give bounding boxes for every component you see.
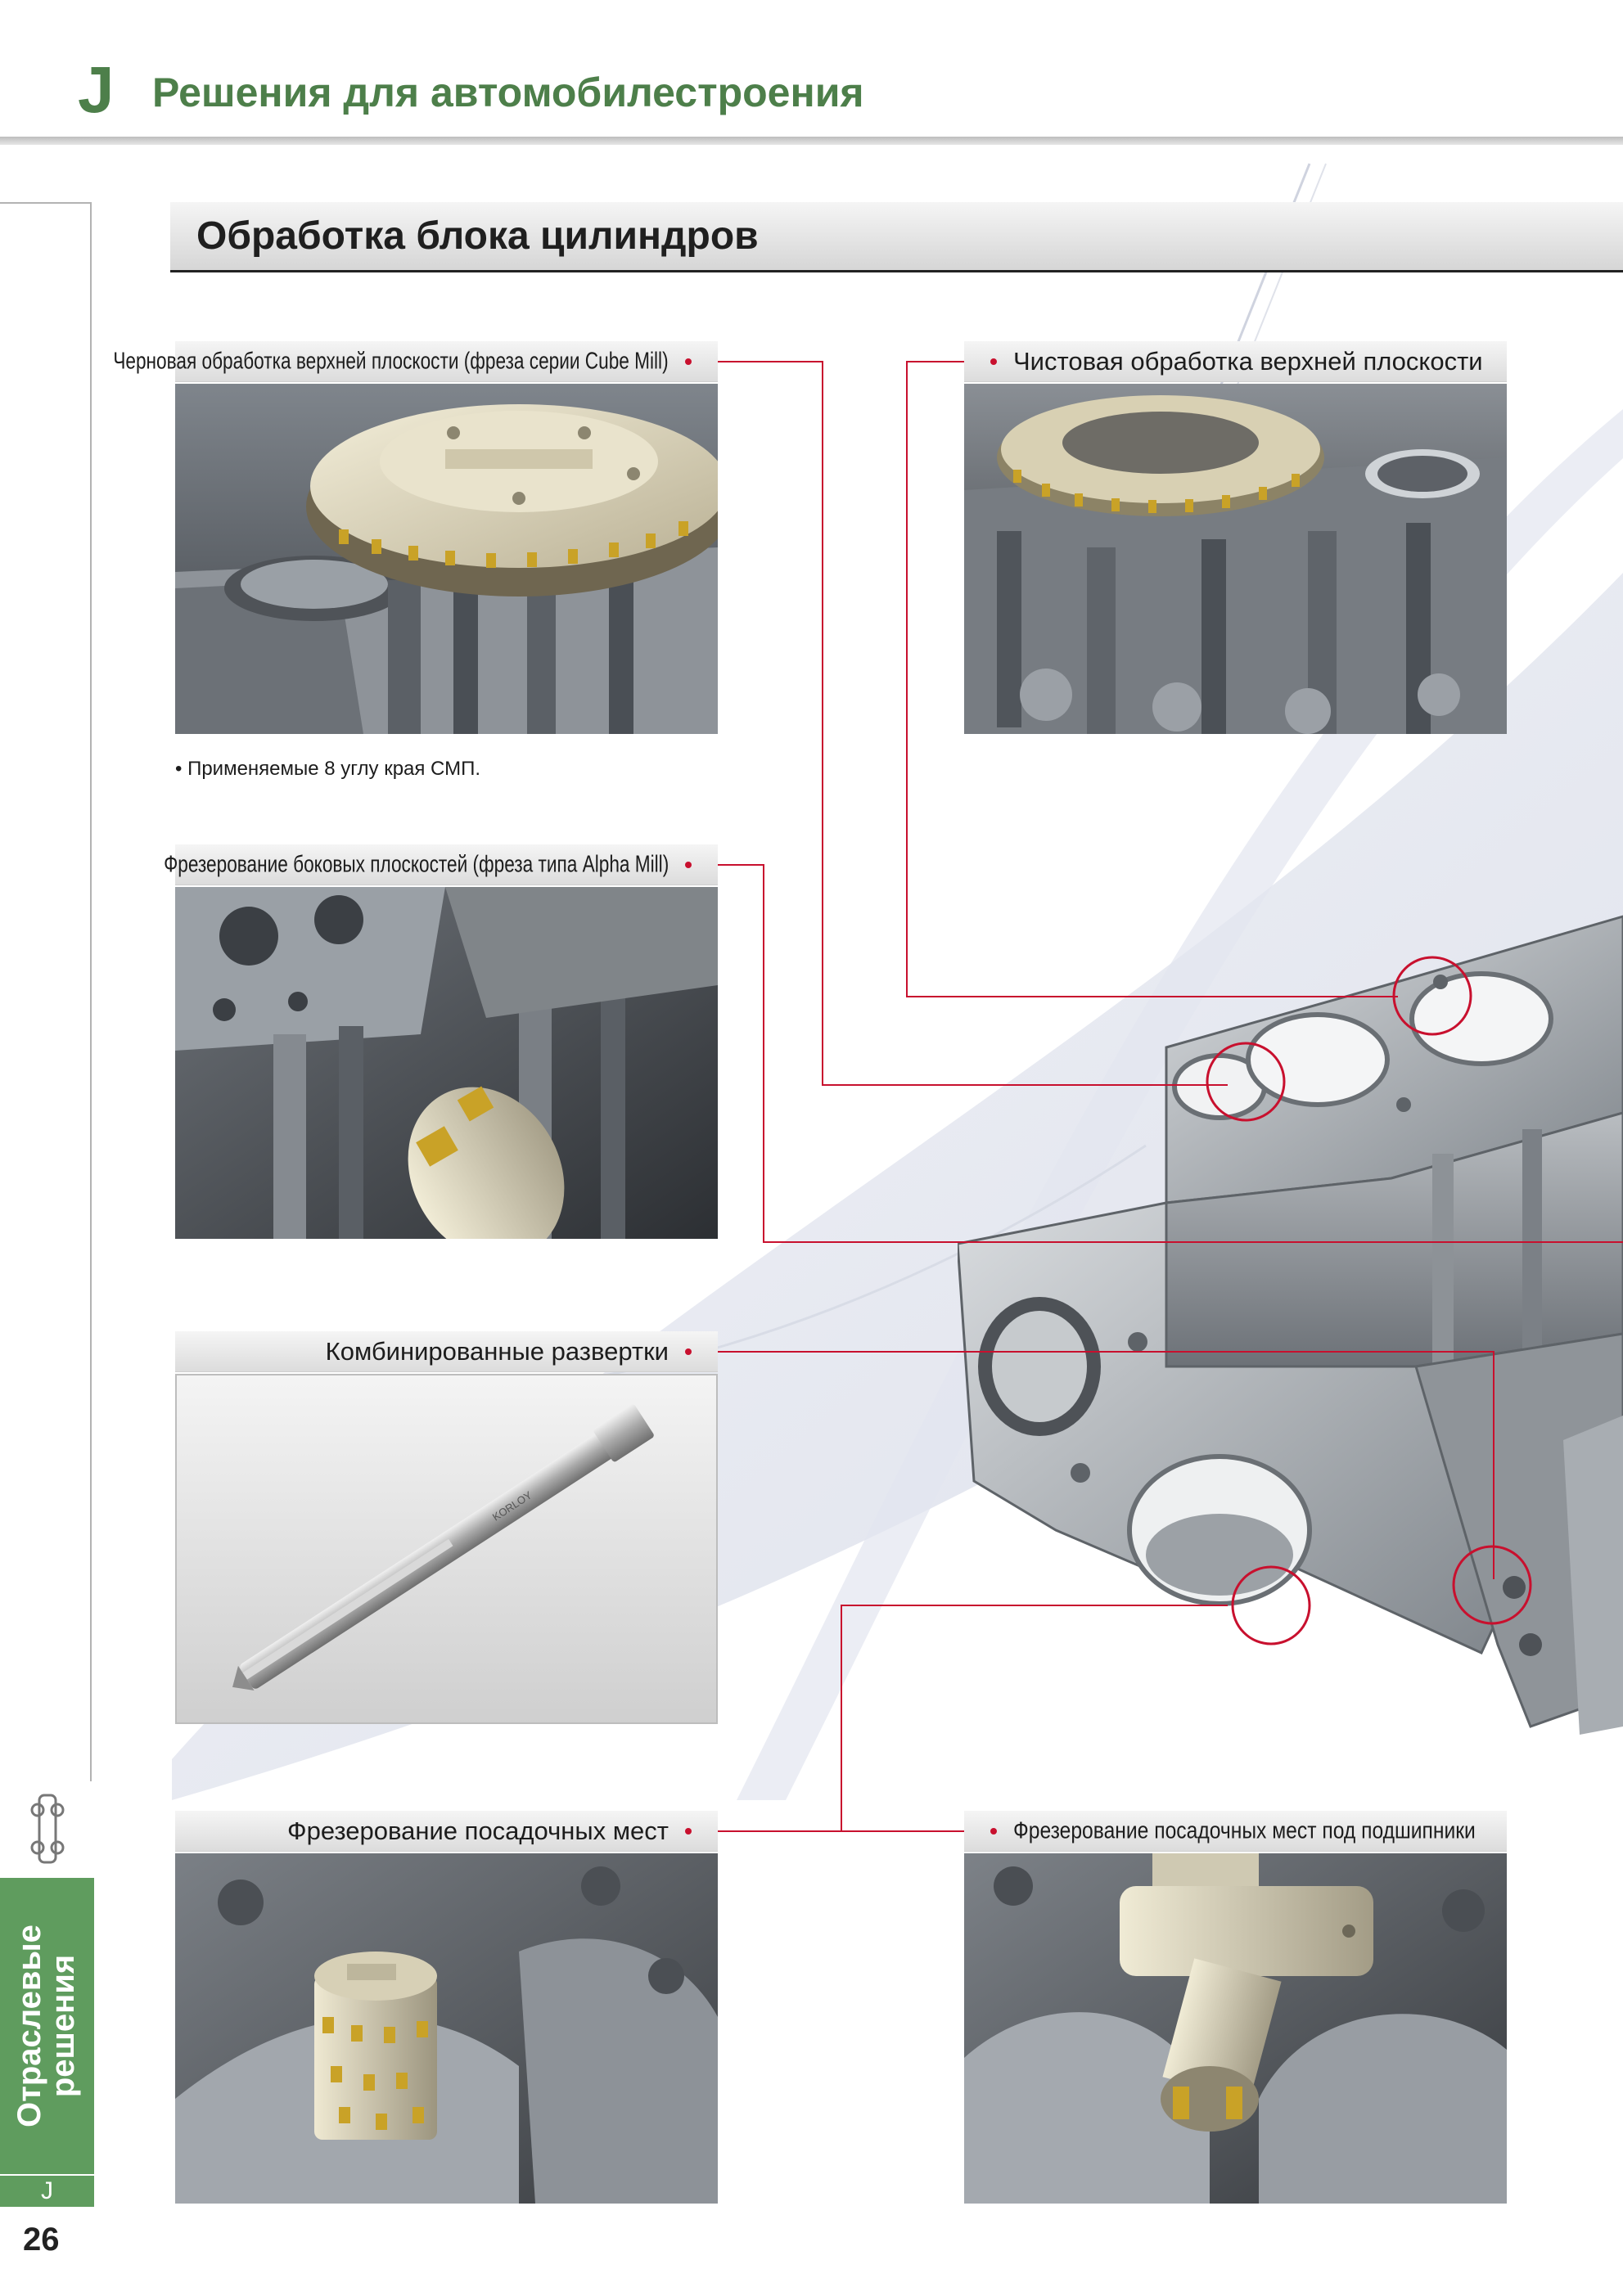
engine-block-illustration bbox=[958, 915, 1623, 1735]
caption-finish-top-milling: Чистовая обработка верхней плоскости bbox=[964, 341, 1507, 382]
caption-rough-top-milling: Черновая обработка верхней плоскости (фр… bbox=[114, 341, 718, 382]
side-tab-letter: J bbox=[0, 2176, 94, 2207]
caption-seat-milling: Фрезерование посадочных мест bbox=[175, 1811, 718, 1852]
photo-combined-reamer: KORLOY bbox=[175, 1374, 718, 1724]
industry-solutions-tab[interactable]: Отраслевые решения bbox=[0, 1878, 94, 2174]
car-side-icon bbox=[30, 1794, 65, 1864]
side-tab-label: Отраслевые решения bbox=[11, 1925, 81, 2127]
section-title: Обработка блока цилиндров bbox=[196, 214, 759, 258]
caption-dot bbox=[990, 358, 997, 365]
caption-text: Черновая обработка верхней плоскости (фр… bbox=[113, 348, 669, 374]
caption-text: Фрезерование посадочных мест под подшипн… bbox=[1013, 1817, 1476, 1844]
caption-dot bbox=[685, 358, 692, 365]
caption-text: Фрезерование посадочных мест bbox=[287, 1816, 669, 1845]
caption-bearing-seat-milling: Фрезерование посадочных мест под подшипн… bbox=[964, 1811, 1507, 1852]
insert-note: • Применяемые 8 углу края СМП. bbox=[175, 758, 481, 780]
photo-seat-milling bbox=[175, 1853, 718, 2204]
photo-finish-top-milling bbox=[964, 384, 1507, 734]
caption-text: Комбинированные развертки bbox=[325, 1336, 669, 1366]
header-rule bbox=[0, 137, 1623, 145]
page-number: 26 bbox=[23, 2222, 60, 2258]
caption-dot bbox=[990, 1827, 997, 1835]
side-frame bbox=[0, 202, 92, 1781]
photo-side-milling bbox=[175, 887, 718, 1239]
chapter-letter: J bbox=[78, 53, 115, 126]
caption-dot bbox=[685, 1827, 692, 1835]
photo-bearing-seat-milling bbox=[964, 1853, 1507, 2204]
page-title: Решения для автомобилестроения bbox=[152, 70, 864, 115]
caption-side-milling: Фрезерование боковых плоскостей (фреза т… bbox=[164, 844, 718, 885]
photo-rough-top-milling bbox=[175, 384, 718, 734]
caption-text: Фрезерование боковых плоскостей (фреза т… bbox=[163, 851, 669, 877]
caption-dot bbox=[685, 861, 692, 868]
caption-dot bbox=[685, 1348, 692, 1355]
caption-text: Чистовая обработка верхней плоскости bbox=[1013, 346, 1483, 376]
caption-combined-reamers: Комбинированные развертки bbox=[175, 1331, 718, 1372]
section-title-bar: Обработка блока цилиндров bbox=[170, 202, 1623, 272]
